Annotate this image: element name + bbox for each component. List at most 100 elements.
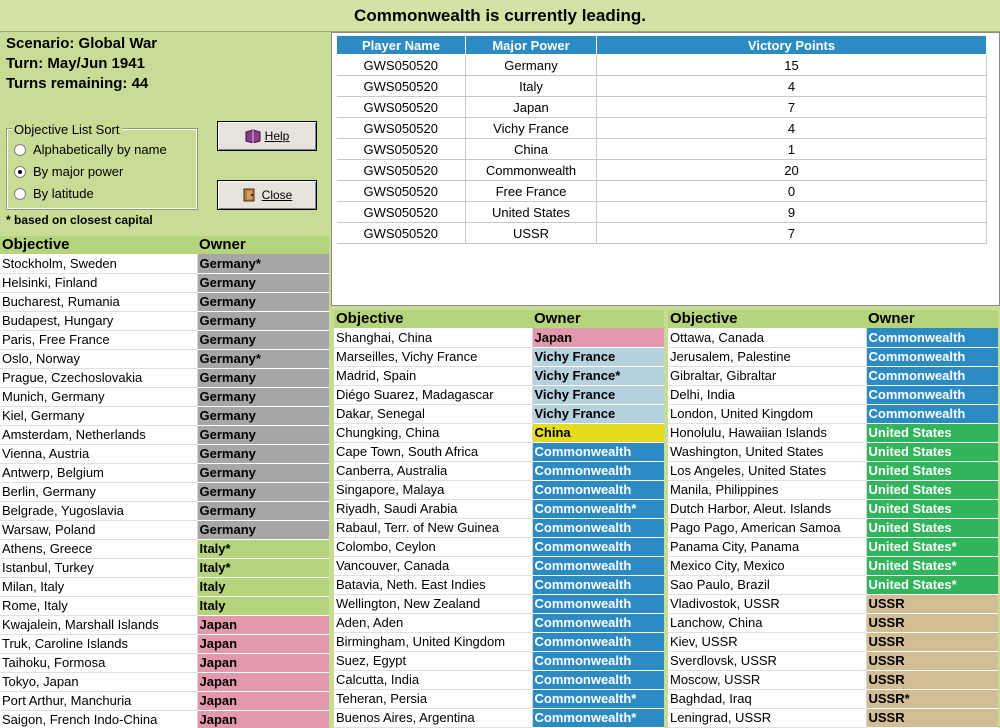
objective-row[interactable]: Singapore, Malaya Commonwealth: [334, 480, 664, 500]
major-power-cell: Commonwealth: [465, 159, 597, 181]
victory-points-row[interactable]: GWS050520 Italy 4: [336, 75, 987, 97]
objective-row[interactable]: Dakar, Senegal Vichy France: [334, 404, 664, 424]
objective-row[interactable]: Istanbul, Turkey Italy*: [0, 558, 329, 578]
objective-row[interactable]: Washington, United States United States: [668, 442, 998, 462]
objective-row[interactable]: Stockholm, Sweden Germany*: [0, 254, 329, 274]
objective-row[interactable]: Calcutta, India Commonwealth: [334, 670, 664, 690]
objective-row[interactable]: Munich, Germany Germany: [0, 387, 329, 407]
objective-row[interactable]: Vancouver, Canada Commonwealth: [334, 556, 664, 576]
objective-row[interactable]: Moscow, USSR USSR: [668, 670, 998, 690]
objective-row[interactable]: Batavia, Neth. East Indies Commonwealth: [334, 575, 664, 595]
objective-row[interactable]: Los Angeles, United States United States: [668, 461, 998, 481]
objective-row[interactable]: Milan, Italy Italy: [0, 577, 329, 597]
objective-owner: Germany: [196, 520, 329, 540]
victory-points-row[interactable]: GWS050520 Commonwealth 20: [336, 159, 987, 181]
close-button[interactable]: Close: [217, 180, 317, 210]
objective-row[interactable]: Colombo, Ceylon Commonwealth: [334, 537, 664, 557]
objective-row[interactable]: Gibraltar, Gibraltar Commonwealth: [668, 366, 998, 386]
objective-row[interactable]: Oslo, Norway Germany*: [0, 349, 329, 369]
objective-row[interactable]: Helsinki, Finland Germany: [0, 273, 329, 293]
objective-row[interactable]: Bucharest, Rumania Germany: [0, 292, 329, 312]
help-button[interactable]: Help: [217, 121, 317, 151]
objective-row[interactable]: Port Arthur, Manchuria Japan: [0, 691, 329, 711]
objective-owner: USSR: [865, 651, 998, 671]
objective-row[interactable]: Kiev, USSR USSR: [668, 632, 998, 652]
objective-row[interactable]: Canberra, Australia Commonwealth: [334, 461, 664, 481]
objective-row[interactable]: Delhi, India Commonwealth: [668, 385, 998, 405]
objective-row[interactable]: Paris, Free France Germany: [0, 330, 329, 350]
objective-row[interactable]: Teheran, Persia Commonwealth*: [334, 689, 664, 709]
victory-points-row[interactable]: GWS050520 Free France 0: [336, 180, 987, 202]
objective-row[interactable]: Antwerp, Belgium Germany: [0, 463, 329, 483]
column-header-player-name[interactable]: Player Name: [336, 35, 466, 55]
objective-row[interactable]: Leningrad, USSR USSR: [668, 708, 998, 728]
objective-row[interactable]: Mexico City, Mexico United States*: [668, 556, 998, 576]
victory-points-row[interactable]: GWS050520 Germany 15: [336, 54, 987, 76]
objective-row[interactable]: Manila, Philippines United States: [668, 480, 998, 500]
objective-row[interactable]: Lanchow, China USSR: [668, 613, 998, 633]
column-header-victory-points[interactable]: Victory Points: [596, 35, 987, 55]
objective-row[interactable]: Marseilles, Vichy France Vichy France: [334, 347, 664, 367]
objective-row[interactable]: Saigon, French Indo-China Japan: [0, 710, 329, 728]
victory-points-row[interactable]: GWS050520 United States 9: [336, 201, 987, 223]
objective-row[interactable]: Vladivostok, USSR USSR: [668, 594, 998, 614]
objective-row[interactable]: Rabaul, Terr. of New Guinea Commonwealth: [334, 518, 664, 538]
objective-owner: Germany: [196, 406, 329, 426]
objective-owner: Japan: [196, 634, 329, 654]
victory-points-row[interactable]: GWS050520 China 1: [336, 138, 987, 160]
objective-row[interactable]: Ottawa, Canada Commonwealth: [668, 328, 998, 348]
objective-row[interactable]: Berlin, Germany Germany: [0, 482, 329, 502]
column-header-major-power[interactable]: Major Power: [465, 35, 597, 55]
objective-owner: Commonwealth: [865, 328, 998, 348]
objective-row[interactable]: Diégo Suarez, Madagascar Vichy France: [334, 385, 664, 405]
column-header-owner[interactable]: Owner: [532, 310, 664, 328]
objective-row[interactable]: Dutch Harbor, Aleut. Islands United State…: [668, 499, 998, 519]
objective-row[interactable]: Truk, Caroline Islands Japan: [0, 634, 329, 654]
objective-row[interactable]: Sverdlovsk, USSR USSR: [668, 651, 998, 671]
objective-row[interactable]: Vienna, Austria Germany: [0, 444, 329, 464]
objective-row[interactable]: Cape Town, South Africa Commonwealth: [334, 442, 664, 462]
objective-row[interactable]: Rome, Italy Italy: [0, 596, 329, 616]
objective-row[interactable]: Prague, Czechoslovakia Germany: [0, 368, 329, 388]
column-header-owner[interactable]: Owner: [866, 310, 998, 328]
major-power-cell: Italy: [465, 75, 597, 97]
objective-row[interactable]: Athens, Greece Italy*: [0, 539, 329, 559]
column-header-owner[interactable]: Owner: [197, 236, 329, 254]
objective-row[interactable]: Warsaw, Poland Germany: [0, 520, 329, 540]
objective-row[interactable]: Baghdad, Iraq USSR*: [668, 689, 998, 709]
objective-row[interactable]: Belgrade, Yugoslavia Germany: [0, 501, 329, 521]
objective-name: Baghdad, Iraq: [668, 689, 867, 709]
objective-row[interactable]: Budapest, Hungary Germany: [0, 311, 329, 331]
objective-row[interactable]: Wellington, New Zealand Commonwealth: [334, 594, 664, 614]
sort-alphabetical-radio[interactable]: Alphabetically by name: [14, 142, 167, 157]
objective-row[interactable]: Panama City, Panama United States*: [668, 537, 998, 557]
objective-row[interactable]: Amsterdam, Netherlands Germany: [0, 425, 329, 445]
victory-points-row[interactable]: GWS050520 USSR 7: [336, 222, 987, 244]
objective-row[interactable]: Suez, Egypt Commonwealth: [334, 651, 664, 671]
objective-row[interactable]: Kiel, Germany Germany: [0, 406, 329, 426]
objective-row[interactable]: Madrid, Spain Vichy France*: [334, 366, 664, 386]
column-header-objective[interactable]: Objective: [0, 236, 197, 254]
objective-row[interactable]: Aden, Aden Commonwealth: [334, 613, 664, 633]
column-header-objective[interactable]: Objective: [668, 310, 866, 328]
column-header-objective[interactable]: Objective: [334, 310, 532, 328]
objective-row[interactable]: Taihoku, Formosa Japan: [0, 653, 329, 673]
objective-row[interactable]: Jerusalem, Palestine Commonwealth: [668, 347, 998, 367]
sort-by-major-power-radio[interactable]: By major power: [14, 164, 123, 179]
sort-by-latitude-radio[interactable]: By latitude: [14, 186, 94, 201]
objective-row[interactable]: Chungking, China China: [334, 423, 664, 443]
objective-row[interactable]: Shanghai, China Japan: [334, 328, 664, 348]
victory-points-row[interactable]: GWS050520 Japan 7: [336, 96, 987, 118]
objective-row[interactable]: Birmingham, United Kingdom Commonwealth: [334, 632, 664, 652]
objective-row[interactable]: Buenos Aires, Argentina Commonwealth*: [334, 708, 664, 728]
objective-name: Kiev, USSR: [668, 632, 867, 652]
objective-row[interactable]: Honolulu, Hawaiian Islands United States: [668, 423, 998, 443]
objective-row[interactable]: Sao Paulo, Brazil United States*: [668, 575, 998, 595]
objective-name: Paris, Free France: [0, 330, 198, 350]
objective-row[interactable]: Kwajalein, Marshall Islands Japan: [0, 615, 329, 635]
objective-row[interactable]: Pago Pago, American Samoa United States: [668, 518, 998, 538]
victory-points-row[interactable]: GWS050520 Vichy France 4: [336, 117, 987, 139]
objective-row[interactable]: Tokyo, Japan Japan: [0, 672, 329, 692]
objective-row[interactable]: London, United Kingdom Commonwealth: [668, 404, 998, 424]
objective-row[interactable]: Riyadh, Saudi Arabia Commonwealth*: [334, 499, 664, 519]
